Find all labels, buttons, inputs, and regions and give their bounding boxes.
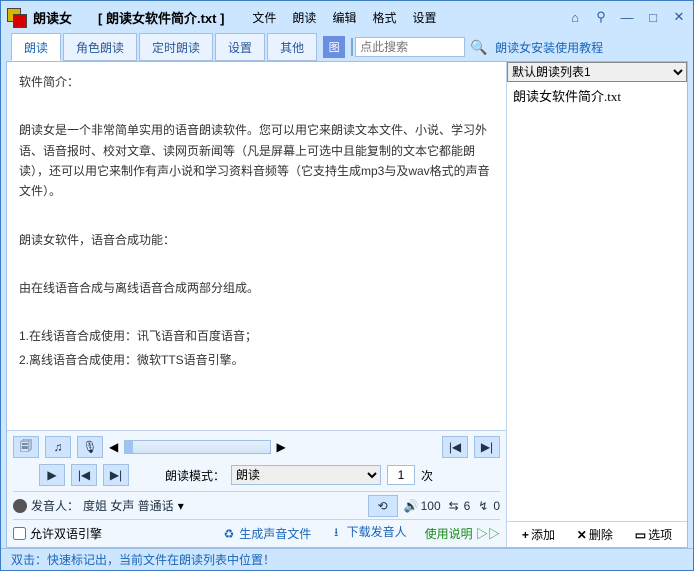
text-editor[interactable]: 软件简介： 朗读女是一个非常简单实用的语音朗读软件。您可以用它来朗读文本文件、小… (7, 62, 506, 430)
playlist-actions: + 添加 ✕ 删除 ▭ 选项 (507, 521, 687, 547)
tab-other[interactable]: 其他 (267, 33, 317, 61)
person-icon (13, 499, 27, 513)
count-input[interactable] (387, 465, 415, 485)
search-input[interactable] (355, 37, 465, 57)
mic-icon[interactable]: 🎙 (77, 436, 103, 458)
box-icon: ▭ (635, 528, 646, 542)
mode-doc-icon[interactable]: 🗐 (13, 436, 39, 458)
left-pane: 软件简介： 朗读女是一个非常简单实用的语音朗读软件。您可以用它来朗读文本文件、小… (7, 62, 507, 547)
minimize-icon[interactable]: — (619, 9, 635, 25)
help-link[interactable]: 使用说明 ▷▷ (425, 525, 500, 542)
refresh-icon: ♻ (222, 527, 236, 541)
editor-line: 朗读女是一个非常简单实用的语音朗读软件。您可以用它来朗读文本文件、小说、学习外语… (19, 120, 494, 202)
speed-control[interactable]: ⇆6 (447, 499, 471, 513)
ctrl-row-3: 发音人： 度姐 女声 普通话 ▾ ⟲ 🔊100 ⇆6 ↯0 (13, 491, 500, 515)
status-bar: 双击：快速标记出，当前文件在朗读列表中位置！ (1, 548, 693, 570)
status-text: 双击：快速标记出，当前文件在朗读列表中位置！ (11, 551, 275, 568)
add-button[interactable]: + 添加 (522, 526, 555, 543)
skip-button[interactable]: ▶| (103, 464, 129, 486)
delete-button[interactable]: ✕ 删除 (577, 526, 613, 543)
next-button[interactable]: ▶| (474, 436, 500, 458)
menu-bar: 文件 朗读 编辑 格式 设置 (252, 9, 436, 26)
editor-line: 1.在线语音合成使用：讯飞语音和百度语音； (19, 326, 494, 346)
volume-control[interactable]: 🔊100 (404, 499, 441, 513)
playlist[interactable]: 朗读女软件简介.txt (507, 82, 687, 521)
document-title: [ 朗读女软件简介.txt ] (98, 8, 224, 27)
dual-engine-checkbox[interactable]: 允许双语引擎 (13, 525, 102, 542)
capture-icon[interactable]: 图 (323, 36, 345, 58)
editor-line: 由在线语音合成与离线语音合成两部分组成。 (19, 278, 494, 298)
tab-settings[interactable]: 设置 (215, 33, 265, 61)
mode-music-icon[interactable]: ♫ (45, 436, 71, 458)
download-icon: ⭳ (329, 523, 343, 544)
speed-icon: ⇆ (447, 499, 461, 513)
tab-read[interactable]: 朗读 (11, 33, 61, 61)
main-body: 软件简介： 朗读女是一个非常简单实用的语音朗读软件。您可以用它来朗读文本文件、小… (6, 61, 688, 548)
search-icon[interactable]: 🔍 (469, 37, 489, 57)
tab-bar: 朗读 角色朗读 定时朗读 设置 其他 图 🔍 朗读女安装使用教程 (1, 33, 693, 61)
speaker-section[interactable]: 发音人： 度姐 女声 普通话 ▾ (13, 497, 184, 514)
app-window: 朗读女 [ 朗读女软件简介.txt ] 文件 朗读 编辑 格式 设置 ⌂ ⚲ —… (0, 0, 694, 571)
chevron-right-icon[interactable]: ▶ (277, 440, 286, 454)
search-box: 🔍 (351, 33, 489, 61)
list-item[interactable]: 朗读女软件简介.txt (509, 84, 685, 107)
rewind-icon[interactable]: ⟲ (368, 495, 398, 517)
app-logo-icon (7, 8, 25, 26)
count-suffix: 次 (421, 467, 433, 484)
progress-slider[interactable] (124, 440, 270, 454)
chevron-left-icon[interactable]: ◀ (109, 440, 118, 454)
title-bar: 朗读女 [ 朗读女软件简介.txt ] 文件 朗读 编辑 格式 设置 ⌂ ⚲ —… (1, 1, 693, 33)
pitch-control[interactable]: ↯0 (476, 499, 500, 513)
menu-read[interactable]: 朗读 (292, 9, 316, 26)
prev-button[interactable]: |◀ (442, 436, 468, 458)
menu-settings[interactable]: 设置 (412, 9, 436, 26)
download-speaker-link[interactable]: ⭳ 下载发音人 (329, 523, 406, 544)
playlist-pane: 默认朗读列表1 朗读女软件简介.txt + 添加 ✕ 删除 ▭ 选项 (507, 62, 687, 547)
restart-button[interactable]: |◀ (71, 464, 97, 486)
menu-edit[interactable]: 编辑 (332, 9, 356, 26)
maximize-icon[interactable]: □ (645, 9, 661, 25)
volume-icon: 🔊 (404, 499, 418, 513)
mode-select[interactable]: 朗读 (231, 465, 381, 485)
editor-line: 2.离线语音合成使用：微软TTS语音引擎。 (19, 350, 494, 370)
speaker-label: 发音人： (31, 497, 79, 514)
options-button[interactable]: ▭ 选项 (635, 526, 672, 543)
search-handle-icon[interactable] (351, 38, 353, 56)
menu-file[interactable]: 文件 (252, 9, 276, 26)
play-button[interactable]: ▶ (39, 464, 65, 486)
playlist-select[interactable]: 默认朗读列表1 (507, 62, 687, 82)
window-controls: ⌂ ⚲ — □ ✕ (567, 9, 687, 25)
x-icon: ✕ (577, 528, 587, 542)
speaker-name: 度姐 女声 普通话 (83, 497, 174, 514)
close-icon[interactable]: ✕ (671, 9, 687, 25)
ctrl-row-4: 允许双语引擎 ♻ 生成声音文件 ⭳ 下载发音人 使用说明 ▷▷ (13, 519, 500, 543)
pin-icon[interactable]: ⚲ (593, 9, 609, 25)
pitch-icon: ↯ (476, 499, 490, 513)
home-icon[interactable]: ⌂ (567, 9, 583, 25)
ctrl-row-1: 🗐 ♫ 🎙 ◀ ▶ |◀ ▶| (13, 435, 500, 459)
menu-format[interactable]: 格式 (372, 9, 396, 26)
tutorial-link[interactable]: 朗读女安装使用教程 (495, 39, 603, 56)
tab-role-read[interactable]: 角色朗读 (63, 33, 137, 61)
tab-timed-read[interactable]: 定时朗读 (139, 33, 213, 61)
plus-icon: + (522, 528, 529, 542)
app-title: 朗读女 (33, 8, 72, 27)
ctrl-row-2: ▶ |◀ ▶| 朗读模式： 朗读 次 (13, 463, 500, 487)
editor-line: 朗读女软件，语音合成功能： (19, 230, 494, 250)
editor-line: 软件简介： (19, 72, 494, 92)
player-controls: 🗐 ♫ 🎙 ◀ ▶ |◀ ▶| ▶ |◀ ▶| 朗读模式： 朗读 次 发音人： … (7, 430, 506, 547)
chevron-down-icon[interactable]: ▾ (178, 499, 184, 513)
gen-audio-link[interactable]: ♻ 生成声音文件 (222, 525, 311, 542)
mode-label: 朗读模式： (165, 467, 225, 484)
